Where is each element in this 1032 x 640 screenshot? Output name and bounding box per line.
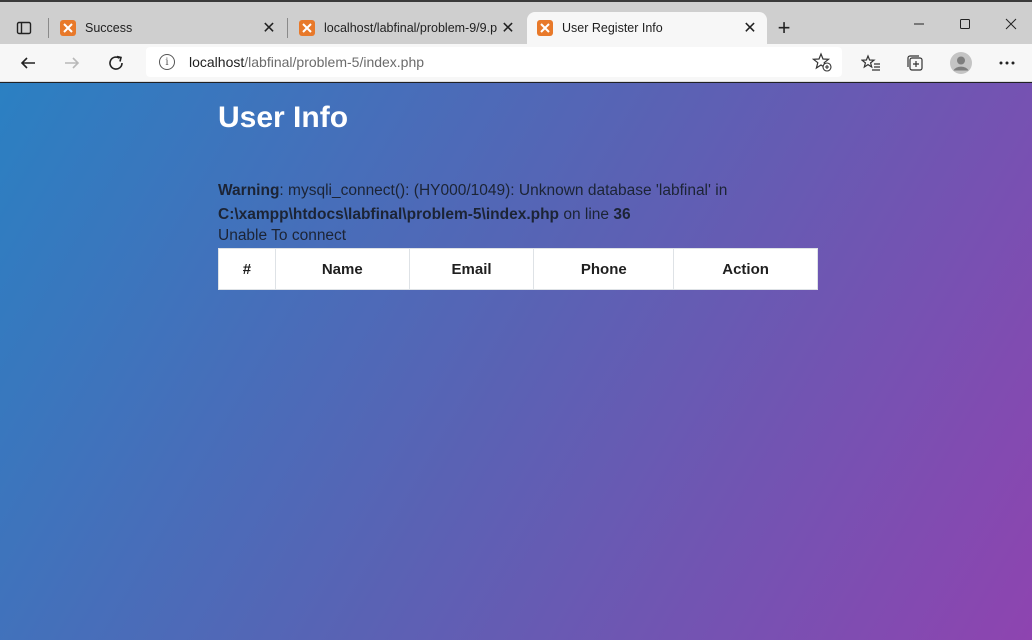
add-favorite-icon[interactable]	[812, 52, 832, 72]
maximize-button[interactable]	[942, 12, 988, 36]
address-bar[interactable]: i localhost/labfinal/problem-5/index.php	[146, 47, 842, 77]
title-bar-edge	[0, 0, 1032, 2]
url-host: localhost	[189, 54, 245, 70]
column-header-name: Name	[274, 248, 410, 290]
url-text[interactable]: localhost/labfinal/problem-5/index.php	[189, 54, 424, 70]
tab-strip: Success ✕ localhost/labfinal/problem-9/9…	[0, 0, 1032, 44]
close-window-button[interactable]	[988, 12, 1032, 36]
users-table: # Name Email Phone Action	[218, 248, 818, 290]
column-header-action: Action	[673, 248, 818, 290]
column-header-email: Email	[408, 248, 535, 290]
forward-button[interactable]	[58, 49, 86, 77]
connection-status: Unable To connect	[218, 227, 347, 244]
refresh-button[interactable]	[102, 49, 130, 77]
browser-toolbar: i localhost/labfinal/problem-5/index.php	[0, 44, 1032, 82]
collections-button[interactable]	[902, 50, 928, 76]
page-title: User Info	[218, 101, 349, 134]
settings-menu-button[interactable]	[994, 50, 1020, 76]
tab-title: Success	[85, 21, 133, 35]
xampp-icon	[537, 20, 553, 36]
maximize-icon	[960, 19, 970, 29]
xampp-icon	[299, 20, 315, 36]
tab-user-register-info[interactable]: User Register Info ✕	[527, 12, 767, 44]
tab-actions-icon	[16, 21, 32, 35]
close-tab-icon[interactable]: ✕	[258, 17, 280, 39]
tab-problem-9[interactable]: localhost/labfinal/problem-9/9.php ✕	[289, 12, 525, 44]
column-header-number: #	[218, 248, 276, 290]
minimize-button[interactable]	[896, 12, 942, 36]
tab-actions-button[interactable]	[10, 14, 38, 42]
page-content: User Info Warning: mysqli_connect(): (HY…	[0, 83, 1032, 640]
warning-file-path: C:\xampp\htdocs\labfinal\problem-5\index…	[218, 206, 560, 223]
favorites-icon	[861, 54, 880, 71]
more-options-icon	[999, 61, 1015, 65]
tab-separator	[287, 18, 288, 38]
collections-icon	[907, 55, 923, 71]
tab-separator	[48, 18, 49, 38]
minimize-icon	[914, 23, 924, 25]
warning-message: : mysqli_connect(): (HY000/1049): Unknow…	[279, 182, 728, 199]
favorites-button[interactable]	[858, 50, 884, 76]
refresh-icon	[109, 55, 123, 70]
table-header-row: # Name Email Phone Action	[218, 248, 818, 290]
back-button[interactable]	[14, 49, 42, 77]
php-warning: Warning: mysqli_connect(): (HY000/1049):…	[218, 179, 778, 227]
forward-arrow-icon	[65, 57, 80, 69]
tab-success[interactable]: Success ✕	[50, 12, 286, 44]
close-icon	[1005, 18, 1017, 30]
avatar-icon	[950, 52, 972, 74]
new-tab-button[interactable]: +	[772, 15, 796, 40]
warning-label: Warning	[218, 182, 280, 199]
site-info-icon[interactable]: i	[159, 54, 175, 70]
xampp-icon	[60, 20, 76, 36]
close-tab-icon[interactable]: ✕	[497, 17, 519, 39]
tab-title: localhost/labfinal/problem-9/9.php	[324, 21, 497, 35]
column-header-phone: Phone	[533, 248, 675, 290]
warning-on-line: on line	[559, 206, 614, 223]
back-arrow-icon	[20, 57, 35, 69]
profile-button[interactable]	[948, 50, 974, 76]
tab-title: User Register Info	[562, 21, 663, 35]
warning-line-number: 36	[613, 206, 631, 223]
url-path: /labfinal/problem-5/index.php	[244, 54, 425, 70]
close-tab-icon[interactable]: ✕	[739, 17, 761, 39]
